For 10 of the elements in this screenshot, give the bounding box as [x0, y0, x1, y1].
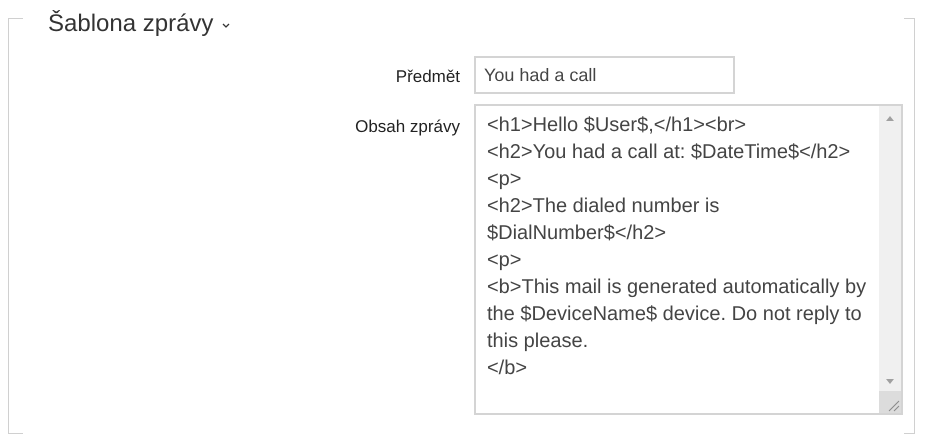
message-body-field[interactable]: <h1>Hello $User$,</h1><br> <h2>You had a call at: $DateTime$</h2> <p> <h2>The dialed number is $DialNumber$</h2> <p> <b>This mail is generated automatically by the $DeviceName$ device. Do not reply to this please. </b> — [474, 104, 903, 415]
chevron-icon[interactable] — [221, 22, 232, 30]
scrollbar[interactable] — [879, 106, 901, 391]
resize-grip-icon[interactable] — [879, 391, 901, 413]
subject-field[interactable]: You had a call — [474, 56, 735, 94]
field-label: Obsah zprávy — [355, 116, 460, 138]
scroll-up-icon[interactable] — [886, 116, 894, 121]
field-label: Předmět — [396, 66, 460, 88]
scroll-down-icon[interactable] — [886, 379, 894, 384]
section-title: Šablona zprávy — [48, 9, 214, 39]
